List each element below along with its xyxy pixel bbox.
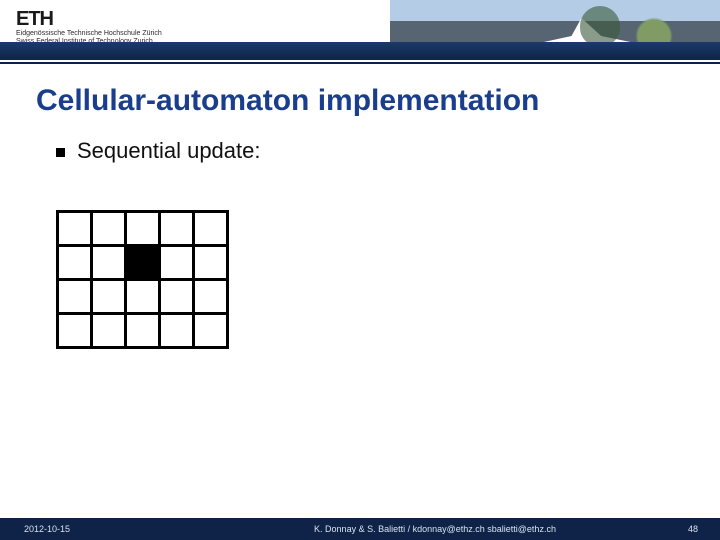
bullet-square-icon [56, 148, 65, 157]
bullet-text: Sequential update: [77, 138, 261, 163]
slide-footer: 2012-10-15 K. Donnay & S. Balietti / kdo… [0, 518, 720, 540]
grid-cell [58, 212, 92, 246]
grid-cell [160, 212, 194, 246]
grid-cell [58, 246, 92, 280]
eth-logo: ETH [16, 8, 53, 31]
grid-cell [160, 280, 194, 314]
grid-cell [92, 212, 126, 246]
footer-page-number: 48 [660, 524, 720, 534]
grid-cell [126, 314, 160, 348]
grid-table [56, 210, 229, 349]
grid-cell [160, 246, 194, 280]
slide-header: ETH Eidgenössische Technische Hochschule… [0, 0, 720, 70]
header-rule [0, 62, 720, 64]
footer-authors: K. Donnay & S. Balietti / kdonnay@ethz.c… [210, 524, 660, 534]
header-blue-bar [0, 42, 720, 60]
grid-cell [92, 246, 126, 280]
grid-cell [194, 212, 228, 246]
grid-cell [194, 246, 228, 280]
grid-cell [194, 280, 228, 314]
footer-date: 2012-10-15 [0, 524, 210, 534]
cellular-grid [56, 210, 229, 349]
grid-cell [126, 212, 160, 246]
header-dome-icon [580, 6, 620, 46]
grid-cell [92, 314, 126, 348]
grid-cell [160, 314, 194, 348]
grid-cell [92, 280, 126, 314]
grid-cell [194, 314, 228, 348]
slide-title: Cellular-automaton implementation [36, 84, 539, 118]
bullet-line: Sequential update: [56, 138, 261, 164]
grid-cell [126, 246, 160, 280]
grid-cell [58, 314, 92, 348]
slide: ETH Eidgenössische Technische Hochschule… [0, 0, 720, 540]
grid-cell [58, 280, 92, 314]
grid-cell [126, 280, 160, 314]
institution-line1: Eidgenössische Technische Hochschule Zür… [16, 30, 162, 37]
